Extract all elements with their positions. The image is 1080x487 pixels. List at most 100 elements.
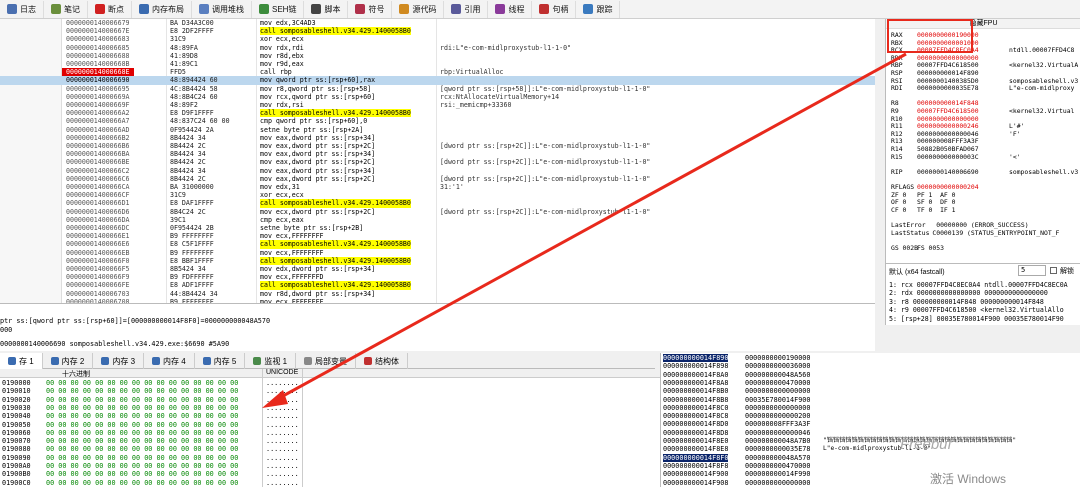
stack-value[interactable]: 00035E780014F900 [745,396,810,404]
disasm-row[interactable]: 00000001400066EB B9 FFFFFFFF mov ecx,FFFFF… [0,249,875,257]
disasm-row[interactable]: 000000014000669F 48:89F2 mov rdx,rsi rsi:_m… [0,101,875,109]
stack-value[interactable]: 0000000000035E78 [745,445,810,453]
dump-hex-bytes[interactable]: 00 00 00 00 00 00 00 00 00 00 00 00 00 0… [46,396,238,404]
disasm-row[interactable]: 00000001400066E1 B9 FFFFFFFF mov ecx,FFFFF… [0,232,875,240]
disasm-row[interactable]: 0000000140006685 48:89FA mov rdx,rdi rdi:L"… [0,44,875,52]
call-argument-row[interactable]: 3: r8 000000000014F848 000000000014F848 [889,298,1044,306]
disasm-row[interactable]: 00000001400066D1 E8 DAF1FFFF call somposab… [0,199,875,208]
dump-tab-2[interactable]: 内存 3 [93,353,145,369]
disasm-row[interactable]: 0000000140006695 4C:8B4424 58 mov r8,qword… [0,85,875,93]
stack-value[interactable]: 000000000048A570 [745,454,810,462]
disasm-row[interactable]: 00000001400066FE E8 ADF1FFFF call somposab… [0,281,875,290]
disasm-row[interactable]: 0000000140006690 48:894424 60 mov qword pt… [0,76,875,85]
dump-hex-bytes[interactable]: 00 00 00 00 00 00 00 00 00 00 00 00 00 0… [46,479,238,487]
dump-hex-bytes[interactable]: 00 00 00 00 00 00 00 00 00 00 00 00 00 0… [46,404,238,412]
disasm-row[interactable]: 00000001400066F5 8B5424 34 mov edx,dword p… [0,265,875,273]
disasm-row[interactable]: 00000001400066D6 8B4C24 2C mov ecx,dword p… [0,208,875,216]
dump-address: 01900C0 [2,478,31,487]
disasm-row[interactable]: 0000000140006683 31C9 xor ecx,ecx [0,35,875,43]
disassembly-view[interactable]: 0000000140006679 BA D34A3C00 mov edx,3C4AD… [0,19,875,303]
disasm-row[interactable]: 00000001400066C2 8B4424 34 mov eax,dword p… [0,167,875,175]
disasm-row[interactable]: 00000001400066DA 39C1 cmp ecx,eax [0,216,875,224]
disasm-row[interactable]: 00000001400066DC 0F954424 2B setne byte pt… [0,224,875,232]
stack-value[interactable]: 0000000000470000 [745,462,810,470]
disasm-row[interactable]: 00000001400066AD 0F954424 2A setne byte pt… [0,126,875,134]
stack-value[interactable]: 0000000000470000 [745,379,810,387]
stack-value[interactable]: 0000000000000200 [745,412,810,420]
disasm-row[interactable]: 00000001400066E6 E8 C5F1FFFF call somposab… [0,240,875,249]
dump-hex-bytes[interactable]: 00 00 00 00 00 00 00 00 00 00 00 00 00 0… [46,421,238,429]
toolbar-button-5[interactable]: SEH链 [252,0,305,18]
disasm-row[interactable]: 00000001400066A2 E8 D9F1FFFF call somposab… [0,109,875,118]
dump-tab-1[interactable]: 内存 2 [43,353,94,369]
dump-tab-0[interactable]: 存 1 [0,353,43,369]
dump-tab-5[interactable]: 监视 1 [245,353,297,369]
stack-value[interactable]: 000000000048A560 [745,371,810,379]
dump-tab-3[interactable]: 内存 4 [144,353,195,369]
disasm-row[interactable]: 00000001400066A7 48:837C24 60 00 cmp qword… [0,117,875,125]
toolbar-button-0[interactable]: 日志 [0,0,44,18]
dump-hex-bytes[interactable]: 00 00 00 00 00 00 00 00 00 00 00 00 00 0… [46,462,238,470]
disasm-row[interactable]: 000000014000668B 41:89C1 mov r9d,eax [0,60,875,68]
disasm-row[interactable]: 00000001400066F0 E8 BBF1FFFF call somposab… [0,256,875,265]
dump-hex-bytes[interactable]: 00 00 00 00 00 00 00 00 00 00 00 00 00 0… [46,429,238,437]
disasm-row[interactable]: 00000001400066C6 8B4424 2C mov eax,dword p… [0,175,875,183]
disasm-row[interactable]: 000000014000667E E8 2DF2FFFF call somposab… [0,27,875,36]
toolbar-button-8[interactable]: 源代码 [392,0,445,18]
disasm-row[interactable]: 0000000140006703 44:8B4424 34 mov r8d,dwor… [0,290,875,298]
stack-value[interactable]: 000000000048A7B0 [745,437,810,445]
stack-value[interactable]: 0000000000000046 [745,429,810,437]
toolbar-button-1[interactable]: 笔记 [44,0,88,18]
hex-dump-view[interactable]: 十六进制 UNICODE 0190000 00 00 00 00 00 00 00… [0,369,660,487]
disasm-row[interactable]: 00000001400066B2 8B4424 34 mov eax,dword p… [0,134,875,142]
dump-hex-bytes[interactable]: 00 00 00 00 00 00 00 00 00 00 00 00 00 0… [46,454,238,462]
disasm-row[interactable]: 000000014000669A 48:8B4C24 60 mov rcx,qwor… [0,93,875,101]
stack-value[interactable]: 0000000000000000 [745,479,810,487]
register-row[interactable]: GS 002B FS 0053 [889,244,1080,253]
stack-address: 000000000014F8D0 [663,420,729,429]
dump-tab-6[interactable]: 局部变量 [296,353,357,369]
toolbar-button-12[interactable]: 跟踪 [576,0,621,18]
disasm-row[interactable]: 00000001400066F9 B9 FDFFFFFF mov ecx,FFFFF… [0,273,875,281]
disasm-row[interactable]: 00000001400066BE 8B4424 2C mov eax,dword p… [0,158,875,166]
disasm-row[interactable]: 00000001400066CA BA 31000000 mov edx,31 31:… [0,183,875,191]
toolbar-button-4[interactable]: 调用堆栈 [192,0,252,18]
call-argument-row[interactable]: 4: r9 00007FFD4C618500 <kernel32.Virtual… [889,306,1064,314]
stack-value[interactable]: 000000008FFF3A3F [745,420,810,428]
call-argument-row[interactable]: 5: [rsp+28] 00035E780014F900 00035E78001… [889,315,1064,323]
unlock-checkbox[interactable] [1050,267,1057,274]
disasm-row[interactable]: 000000014000668E FFD5 call rbp rbp:VirtualA… [0,68,875,77]
call-argument-row[interactable]: 2: rdx 0000000000000000 0000000000000000 [889,289,1048,297]
dump-tab-7[interactable]: 结构体 [356,353,409,369]
call-argument-row[interactable]: 1: rcx 00007FFD4C8EC0A4 ntdll.00007FFD4C… [889,281,1068,289]
stack-value[interactable]: 0000000000036000 [745,362,810,370]
dump-hex-bytes[interactable]: 00 00 00 00 00 00 00 00 00 00 00 00 00 0… [46,412,238,420]
stack-value[interactable]: 0000000000000000 [745,404,810,412]
dump-hex-bytes[interactable]: 00 00 00 00 00 00 00 00 00 00 00 00 00 0… [46,445,238,453]
call-arguments-panel[interactable]: 默认 (x64 fastcall) 5 解锁 1: rcx 00007FFD4C… [885,263,1080,325]
stack-value[interactable]: 0000000000000000 [745,387,810,395]
registers-panel[interactable]: 隐藏FPU RAX 0000000000190000 RBX 000000000000… [885,19,1080,263]
disasm-row[interactable]: 0000000140006679 BA D34A3C00 mov edx,3C4AD… [0,19,875,27]
toolbar-button-3[interactable]: 内存布局 [132,0,192,18]
calling-convention-select[interactable]: 默认 (x64 fastcall) [889,267,945,277]
disasm-row[interactable]: 00000001400066CF 31C9 xor ecx,ecx [0,191,875,199]
disasm-row[interactable]: 00000001400066B6 8B4424 2C mov eax,dword p… [0,142,875,150]
toolbar-button-6[interactable]: 脚本 [304,0,349,18]
stack-value[interactable]: 0000000000190000 [745,354,810,362]
toolbar-button-10[interactable]: 线程 [488,0,533,18]
argument-count-spin[interactable]: 5 [1018,265,1046,276]
toolbar-button-7[interactable]: 符号 [348,0,393,18]
toolbar-button-9[interactable]: 引用 [444,0,489,18]
dump-hex-bytes[interactable]: 00 00 00 00 00 00 00 00 00 00 00 00 00 0… [46,379,238,387]
stack-value[interactable]: 000000000014F990 [745,470,810,478]
dump-hex-bytes[interactable]: 00 00 00 00 00 00 00 00 00 00 00 00 00 0… [46,470,238,478]
toolbar-button-2[interactable]: 断点 [88,0,132,18]
dump-hex-bytes[interactable]: 00 00 00 00 00 00 00 00 00 00 00 00 00 0… [46,387,238,395]
disasm-row[interactable]: 0000000140006688 41:89D8 mov r8d,ebx [0,52,875,60]
dump-tab-4[interactable]: 内存 5 [195,353,246,369]
stack-view[interactable]: 000000000014F890 0000000000190000 00000000… [660,353,1080,487]
dump-hex-bytes[interactable]: 00 00 00 00 00 00 00 00 00 00 00 00 00 0… [46,437,238,445]
disasm-row[interactable]: 00000001400066BA 8B4424 34 mov eax,dword p… [0,150,875,158]
toolbar-button-11[interactable]: 句柄 [532,0,577,18]
